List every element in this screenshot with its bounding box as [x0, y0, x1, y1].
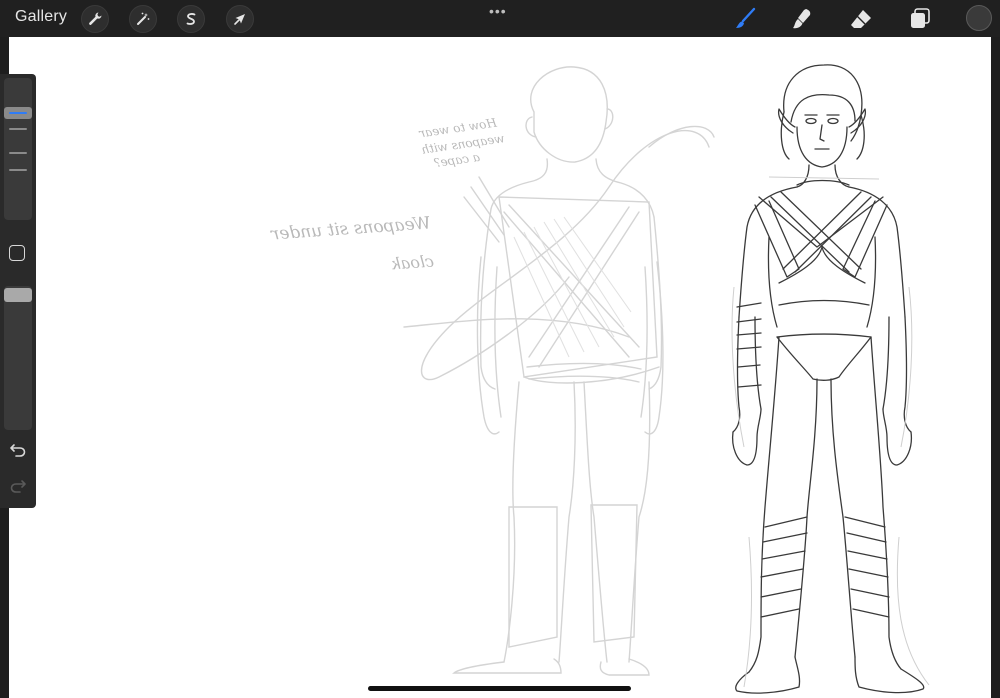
- gallery-button[interactable]: Gallery: [15, 8, 67, 26]
- color-picker-button[interactable]: [966, 5, 992, 31]
- eraser-tool-button[interactable]: [848, 6, 874, 32]
- drawing-canvas[interactable]: How to wear weapons with a cape? Weapons…: [9, 37, 991, 698]
- cape-hatching: [513, 216, 632, 358]
- modify-button[interactable]: [9, 245, 25, 261]
- adjustments-button[interactable]: [129, 5, 157, 33]
- size-tick: [9, 152, 27, 154]
- brush-tool-button[interactable]: [732, 6, 758, 32]
- actions-button[interactable]: [81, 5, 109, 33]
- front-view-figure: [731, 64, 925, 694]
- magic-wand-icon: [137, 12, 150, 25]
- wrench-icon: [89, 12, 102, 25]
- brush-icon: [736, 7, 756, 28]
- opacity-slider[interactable]: [4, 286, 32, 430]
- more-menu-button[interactable]: •••: [489, 3, 507, 19]
- eraser-icon: [851, 10, 871, 28]
- arrow-cursor-icon: [234, 14, 245, 25]
- selection-s-icon: [186, 13, 196, 25]
- smudge-tool-button[interactable]: [789, 6, 815, 32]
- smudge-icon: [793, 9, 811, 29]
- redo-icon: [10, 480, 26, 493]
- layers-icon: [911, 8, 930, 28]
- left-sidebar: [0, 74, 36, 508]
- transform-button[interactable]: [226, 5, 254, 33]
- brush-size-handle[interactable]: [4, 107, 32, 119]
- layers-button[interactable]: [907, 6, 933, 32]
- home-indicator[interactable]: [368, 686, 631, 691]
- size-tick: [9, 128, 27, 130]
- top-toolbar: Gallery •••: [0, 0, 1000, 37]
- opacity-handle[interactable]: [4, 288, 32, 302]
- sketch-note-line5: cloak: [390, 251, 435, 274]
- undo-icon: [10, 444, 26, 457]
- size-tick: [9, 169, 27, 171]
- brush-size-slider[interactable]: [4, 78, 32, 220]
- redo-button[interactable]: [8, 477, 28, 495]
- undo-button[interactable]: [8, 441, 28, 459]
- selection-button[interactable]: [177, 5, 205, 33]
